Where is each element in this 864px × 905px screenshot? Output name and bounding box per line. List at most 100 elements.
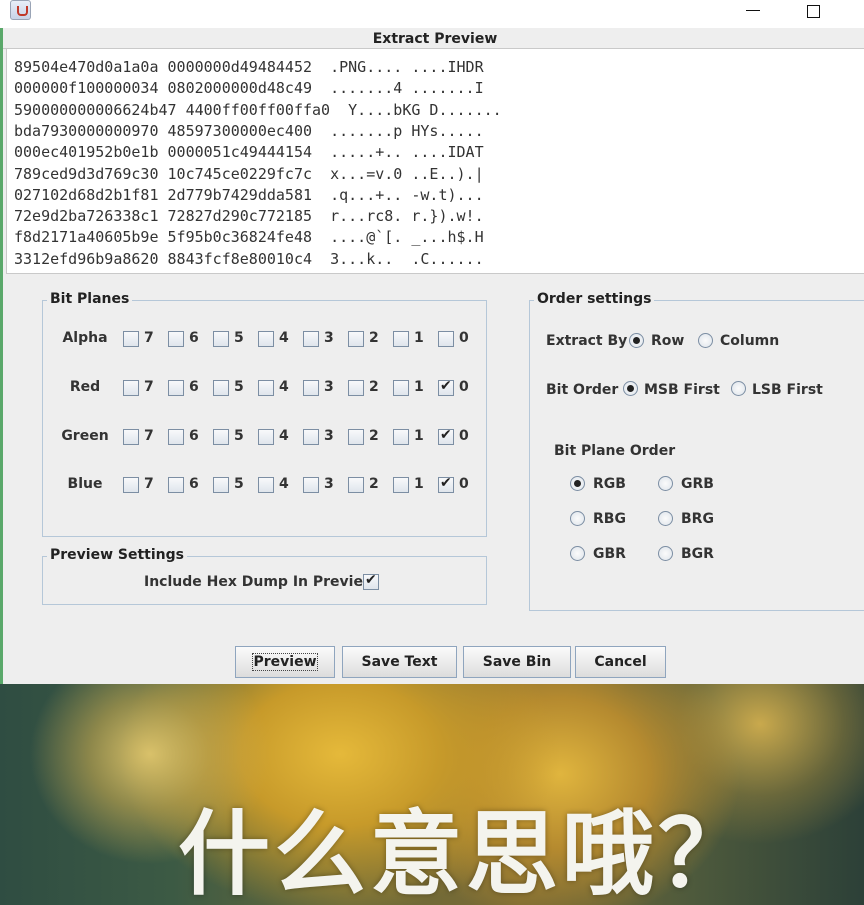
plane-order-gbr-radio[interactable] xyxy=(570,546,585,561)
bit-label: 4 xyxy=(279,330,289,346)
save-bin-button-label: Save Bin xyxy=(482,654,552,670)
plane-order-bgr-radio[interactable] xyxy=(658,546,673,561)
bit-plane-checkbox[interactable] xyxy=(438,378,454,396)
plane-order-gbr-label[interactable]: GBR xyxy=(593,546,626,562)
bit-plane-checkbox[interactable] xyxy=(438,427,454,445)
extract-by-label: Extract By xyxy=(546,333,628,349)
bit-label: 4 xyxy=(279,428,289,444)
bit-plane-checkbox[interactable] xyxy=(168,429,184,445)
bit-plane-order-label: Bit Plane Order xyxy=(554,443,676,459)
plane-order-rgb-radio[interactable] xyxy=(570,476,585,491)
bit-label: 3 xyxy=(324,476,334,492)
bit-order-label: Bit Order xyxy=(546,382,619,398)
bit-label: 7 xyxy=(144,476,154,492)
bit-plane-checkbox[interactable] xyxy=(168,331,184,347)
hex-dump-line: 72e9d2ba726338c1 72827d290c772185 r...rc… xyxy=(14,207,484,226)
bit-label: 5 xyxy=(234,379,244,395)
order-settings-title: Order settings xyxy=(534,291,655,307)
msb-first-label[interactable]: MSB First xyxy=(644,382,720,398)
bit-plane-checkbox[interactable] xyxy=(393,477,409,493)
preview-button[interactable]: Preview xyxy=(235,646,335,678)
extract-by-row-radio[interactable] xyxy=(629,333,644,348)
bit-plane-checkbox[interactable] xyxy=(168,477,184,493)
lsb-first-label[interactable]: LSB First xyxy=(752,382,823,398)
bit-label: 0 xyxy=(459,428,469,444)
bit-plane-checkbox[interactable] xyxy=(213,477,229,493)
save-bin-button[interactable]: Save Bin xyxy=(463,646,571,678)
meme-caption: 什么意思哦？ xyxy=(178,801,755,905)
plane-order-grb-label[interactable]: GRB xyxy=(681,476,714,492)
bit-planes-title: Bit Planes xyxy=(47,291,133,307)
bit-label: 3 xyxy=(324,330,334,346)
bit-plane-checkbox[interactable] xyxy=(258,477,274,493)
hex-dump-line: 000ec401952b0e1b 0000051c49444154 .....+… xyxy=(14,143,484,162)
bit-label: 7 xyxy=(144,428,154,444)
bit-plane-checkbox[interactable] xyxy=(303,380,319,396)
plane-order-rbg-label[interactable]: RBG xyxy=(593,511,626,527)
hex-dump-line: 89504e470d0a1a0a 0000000d49484452 .PNG..… xyxy=(14,58,484,76)
bit-plane-checkbox[interactable] xyxy=(213,429,229,445)
bit-plane-checkbox[interactable] xyxy=(393,331,409,347)
bit-plane-checkbox[interactable] xyxy=(348,477,364,493)
bit-plane-checkbox[interactable] xyxy=(213,380,229,396)
bit-label: 5 xyxy=(234,330,244,346)
maximize-icon[interactable] xyxy=(802,2,822,20)
bit-plane-row-label: Red xyxy=(69,379,101,395)
bit-plane-row-label: Blue xyxy=(67,476,103,492)
preview-settings-title: Preview Settings xyxy=(47,547,187,563)
minimize-icon[interactable] xyxy=(743,2,763,20)
bit-plane-checkbox[interactable] xyxy=(348,429,364,445)
bit-plane-row-label: Green xyxy=(61,428,109,444)
bit-label: 1 xyxy=(414,476,424,492)
bit-plane-checkbox[interactable] xyxy=(258,331,274,347)
save-text-button-label: Save Text xyxy=(361,654,438,670)
plane-order-grb-radio[interactable] xyxy=(658,476,673,491)
order-settings-group: Order settings Extract By Row Column Bit… xyxy=(529,291,864,611)
hex-dump-line: 789ced9d3d769c30 10c745ce0229fc7c x...=v… xyxy=(14,164,484,183)
extract-by-column-label[interactable]: Column xyxy=(720,333,779,349)
bit-plane-checkbox[interactable] xyxy=(303,429,319,445)
bit-plane-checkbox[interactable] xyxy=(303,477,319,493)
bit-plane-checkbox[interactable] xyxy=(123,331,139,347)
bit-plane-checkbox[interactable] xyxy=(123,380,139,396)
cancel-button-label: Cancel xyxy=(594,654,647,670)
plane-order-rgb-label[interactable]: RGB xyxy=(593,476,626,492)
lsb-first-radio[interactable] xyxy=(731,381,746,396)
bit-plane-checkbox[interactable] xyxy=(123,429,139,445)
background-meme-image: 什么意思哦？ xyxy=(0,684,864,905)
bit-plane-checkbox[interactable] xyxy=(258,429,274,445)
preview-button-label: Preview xyxy=(252,653,318,671)
bit-plane-checkbox[interactable] xyxy=(438,331,454,347)
java-cup-icon[interactable] xyxy=(10,0,31,20)
save-text-button[interactable]: Save Text xyxy=(342,646,457,678)
bit-label: 7 xyxy=(144,330,154,346)
cancel-button[interactable]: Cancel xyxy=(575,646,666,678)
bit-label: 7 xyxy=(144,379,154,395)
window-titlebar xyxy=(0,0,864,28)
bit-plane-checkbox[interactable] xyxy=(438,475,454,493)
plane-order-brg-label[interactable]: BRG xyxy=(681,511,714,527)
hex-preview-area[interactable]: 89504e470d0a1a0a 0000000d49484452 .PNG..… xyxy=(6,48,864,274)
bit-plane-checkbox[interactable] xyxy=(348,331,364,347)
bit-plane-checkbox[interactable] xyxy=(258,380,274,396)
bit-plane-checkbox[interactable] xyxy=(393,380,409,396)
bit-plane-checkbox[interactable] xyxy=(348,380,364,396)
extract-by-column-radio[interactable] xyxy=(698,333,713,348)
bit-label: 3 xyxy=(324,379,334,395)
bit-plane-checkbox[interactable] xyxy=(213,331,229,347)
plane-order-rbg-radio[interactable] xyxy=(570,511,585,526)
hex-dump-checkbox[interactable] xyxy=(363,572,379,590)
hex-dump-line: 027102d68d2b1f81 2d779b7429dda581 .q...+… xyxy=(14,185,484,204)
bit-plane-checkbox[interactable] xyxy=(303,331,319,347)
plane-order-brg-radio[interactable] xyxy=(658,511,673,526)
bit-label: 6 xyxy=(189,428,199,444)
extract-by-row-label[interactable]: Row xyxy=(651,333,684,349)
bit-plane-checkbox[interactable] xyxy=(123,477,139,493)
bit-label: 0 xyxy=(459,476,469,492)
bit-plane-checkbox[interactable] xyxy=(393,429,409,445)
plane-order-bgr-label[interactable]: BGR xyxy=(681,546,714,562)
bit-label: 3 xyxy=(324,428,334,444)
bit-label: 2 xyxy=(369,428,379,444)
msb-first-radio[interactable] xyxy=(623,381,638,396)
bit-plane-checkbox[interactable] xyxy=(168,380,184,396)
